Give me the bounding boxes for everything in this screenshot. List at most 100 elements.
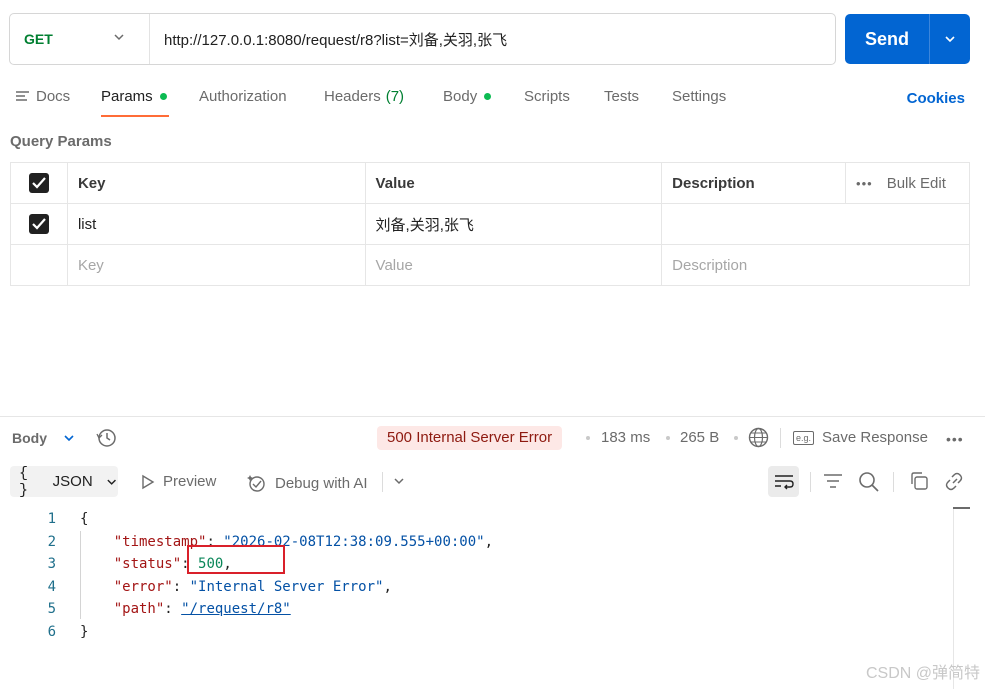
chevron-down-icon — [945, 36, 955, 43]
empty-check-cell — [10, 244, 68, 286]
line-number: 1 — [47, 511, 56, 527]
tab-label: Body — [443, 88, 478, 105]
response-code-view[interactable]: 1 { 2 "timestamp": "2026-02-08T12:38:09.… — [0, 508, 950, 644]
tab-body[interactable]: Body — [443, 88, 492, 105]
copy-icon[interactable] — [909, 471, 929, 495]
status-dot — [159, 93, 167, 100]
method-label: GET — [24, 31, 53, 47]
format-select[interactable]: { } JSON — [10, 464, 118, 499]
line-number: 3 — [47, 556, 56, 573]
line-number: 5 — [47, 601, 56, 618]
toolbar-divider — [893, 472, 894, 492]
code-line: 4 "error": "Internal Server Error", — [0, 576, 950, 599]
ai-sparkle-icon — [247, 475, 265, 492]
response-body-label[interactable]: Body — [12, 430, 47, 446]
json-comma: , — [484, 533, 494, 550]
separator-dot — [734, 436, 738, 440]
scrollbar-thumb[interactable] — [953, 507, 970, 509]
send-button[interactable]: Send — [845, 14, 970, 64]
row-check-cell — [10, 203, 68, 245]
column-header-key: Key — [66, 162, 366, 204]
param-key-cell[interactable]: list — [66, 203, 366, 245]
watermark: CSDN @弹简特 — [865, 665, 980, 682]
description-placeholder[interactable]: Description — [661, 244, 970, 286]
send-options-button[interactable] — [930, 32, 970, 46]
separator-dot — [666, 436, 670, 440]
toolbar-divider — [780, 428, 781, 448]
select-all-cell — [10, 162, 68, 204]
debug-with-ai-button[interactable]: Debug with AI — [247, 473, 368, 493]
indent-guide — [80, 531, 81, 619]
tab-tests[interactable]: Tests — [604, 88, 639, 105]
bulk-edit-label: Bulk Edit — [886, 174, 946, 192]
save-response-label: Save Response — [822, 429, 928, 446]
globe-icon[interactable] — [748, 427, 769, 452]
braces-icon: { } — [19, 464, 29, 499]
cookies-link[interactable]: Cookies — [907, 90, 965, 107]
line-content: "path": "/request/r8" — [113, 601, 291, 618]
more-options-icon[interactable]: ••• — [946, 431, 964, 447]
param-description-cell[interactable] — [661, 203, 970, 245]
value-placeholder[interactable]: Value — [364, 244, 663, 286]
debug-label: Debug with AI — [275, 474, 368, 492]
more-icon: ••• — [856, 175, 873, 191]
line-content: "error": "Internal Server Error", — [113, 578, 392, 595]
chevron-down-icon[interactable] — [62, 431, 76, 449]
query-params-table: Key Value Description ••• Bulk Edit list… — [10, 162, 970, 286]
filter-icon[interactable] — [823, 471, 843, 495]
row-checkbox[interactable] — [28, 214, 49, 234]
tab-settings[interactable]: Settings — [672, 88, 726, 105]
key-placeholder[interactable]: Key — [66, 244, 366, 286]
table-header-row: Key Value Description ••• Bulk Edit — [10, 162, 970, 204]
json-link-value[interactable]: "/request/r8" — [181, 601, 291, 617]
tab-label: Params — [101, 88, 153, 105]
wrap-icon — [774, 474, 794, 489]
json-key: "error" — [113, 578, 173, 595]
table-row: list 刘备,关羽,张飞 — [10, 203, 970, 245]
code-line: 6 } — [0, 621, 950, 644]
toolbar-divider — [382, 472, 383, 492]
bulk-edit-button[interactable]: ••• Bulk Edit — [856, 175, 959, 192]
tab-label: Docs — [36, 88, 71, 105]
chevron-down-icon — [112, 30, 126, 48]
docs-icon — [16, 90, 29, 101]
separator-dot — [586, 436, 590, 440]
tab-label: Tests — [604, 88, 640, 105]
param-value-cell[interactable]: 刘备,关羽,张飞 — [364, 203, 663, 245]
tab-scripts[interactable]: Scripts — [524, 88, 570, 105]
preview-label: Preview — [163, 473, 217, 490]
link-icon[interactable] — [944, 471, 965, 496]
line-number: 2 — [47, 533, 56, 550]
code-line: 2 "timestamp": "2026-02-08T12:38:09.555+… — [0, 531, 950, 554]
preview-button[interactable]: Preview — [141, 473, 216, 490]
history-icon[interactable] — [96, 427, 118, 453]
highlight-box — [187, 545, 285, 574]
tab-authorization[interactable]: Authorization — [199, 88, 287, 105]
url-input[interactable] — [150, 30, 830, 48]
request-tabs: Docs Params Authorization Headers (7) Bo… — [10, 84, 975, 120]
play-icon — [142, 474, 155, 489]
tab-params[interactable]: Params — [101, 88, 167, 105]
table-row-empty: Key Value Description — [10, 244, 970, 286]
response-time[interactable]: 183 ms — [601, 429, 650, 446]
line-content: { — [80, 511, 89, 527]
status-badge[interactable]: 500 Internal Server Error — [377, 426, 563, 450]
query-params-title: Query Params — [10, 133, 112, 150]
line-content: } — [80, 623, 89, 640]
method-select[interactable]: GET — [10, 14, 150, 64]
save-response-button[interactable]: e.g. Save Response — [793, 429, 928, 446]
select-all-checkbox[interactable] — [28, 173, 49, 193]
send-label: Send — [864, 28, 909, 49]
search-icon[interactable] — [858, 471, 879, 496]
column-header-description: Description — [661, 162, 847, 204]
url-bar: GET — [9, 13, 836, 65]
chevron-down-icon — [107, 479, 116, 485]
toolbar-divider — [810, 472, 811, 492]
chevron-down-icon[interactable] — [392, 474, 406, 492]
json-comma: , — [383, 578, 392, 595]
tab-headers[interactable]: Headers (7) — [324, 88, 404, 105]
response-size[interactable]: 265 B — [680, 429, 719, 446]
wrap-lines-button[interactable] — [768, 466, 799, 497]
tab-docs[interactable]: Docs — [16, 88, 70, 105]
headers-count: (7) — [385, 88, 405, 105]
